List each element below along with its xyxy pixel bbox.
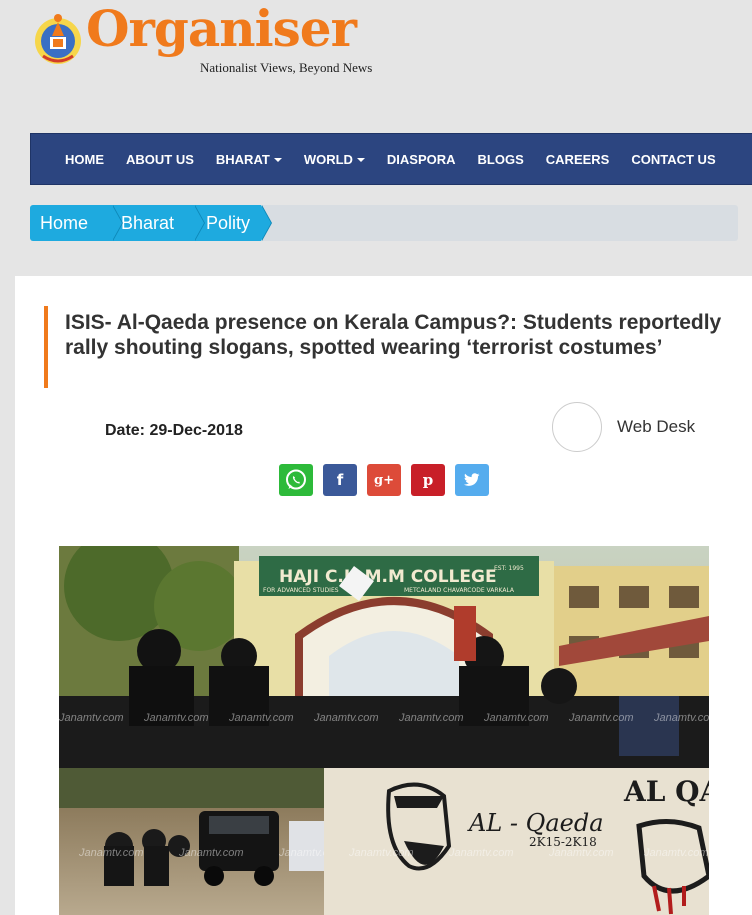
google-plus-icon: g+ [374, 472, 394, 488]
whatsapp-icon [286, 469, 306, 490]
watermark-text: Janamtv.com [228, 712, 294, 724]
nav-item-label: HOME [65, 151, 104, 167]
author-name[interactable]: Web Desk [617, 417, 695, 437]
nav-item-label: CAREERS [545, 151, 610, 167]
caret-down-icon [273, 158, 282, 163]
twitter-icon [464, 473, 480, 486]
college-sign-text: HAJI C.H.M.M COLLEGE [279, 567, 497, 587]
wall-graffiti-al-qaeda: AL - Qaeda [467, 809, 604, 837]
featured-image-graphic: HAJI C.H.M.M COLLEGE FOR ADVANCED STUDIE… [59, 546, 709, 915]
share-buttons: f g+ p [279, 464, 499, 496]
watermark-text: Janamtv.com [78, 847, 144, 859]
college-sign-est: EST: 1995 [494, 565, 524, 572]
article-title: ISIS- Al-Qaeda presence on Kerala Campus… [65, 311, 722, 359]
watermark-text: Janamtv.com [59, 712, 124, 724]
watermark-row-2: Janamtv.com Janamtv.com Janamtv.com [78, 847, 344, 859]
breadcrumb-item-bharat[interactable]: Bharat [112, 205, 205, 241]
main-navbar: HOME ABOUT US BHARAT WORLD DIASPORA BLOG… [30, 133, 752, 185]
watermark-text: Janamtv.com [483, 712, 549, 724]
breadcrumb: Polity Bharat Home [30, 205, 738, 241]
nav-item-world[interactable]: WORLD [304, 152, 365, 167]
article-container: ISIS- Al-Qaeda presence on Kerala Campus… [15, 276, 752, 915]
watermark-text: Janamtv.com [398, 712, 464, 724]
nav-item-home[interactable]: HOME [65, 152, 104, 167]
watermark-text: Janamtv.com [178, 847, 244, 859]
watermark-text: Janamtv.com [448, 847, 514, 859]
watermark-text: Janamtv.com [548, 847, 614, 859]
nav-item-label: CONTACT US [631, 151, 716, 167]
pinterest-icon: p [422, 471, 434, 489]
watermark-text: Janamtv.com [143, 712, 209, 724]
article-featured-image[interactable]: HAJI C.H.M.M COLLEGE FOR ADVANCED STUDIE… [59, 546, 709, 915]
facebook-share-button[interactable]: f [323, 464, 357, 496]
college-sign-place: METCALAND CHAVARCODE VARKALA [404, 587, 515, 594]
facebook-icon: f [336, 471, 344, 489]
nav-item-label: ABOUT US [126, 151, 194, 167]
college-sign-subtext: FOR ADVANCED STUDIES [263, 587, 339, 594]
site-header: Organiser Nationalist Views, Beyond News [0, 0, 752, 120]
nav-item-about-us[interactable]: ABOUT US [126, 152, 194, 167]
nav-item-label: DIASPORA [386, 151, 456, 167]
site-tagline: Nationalist Views, Beyond News [200, 60, 373, 75]
article-date: Date: 29-Dec-2018 [105, 422, 243, 439]
whatsapp-share-button[interactable] [279, 464, 313, 496]
nav-item-bharat[interactable]: BHARAT [216, 152, 282, 167]
nav-item-label: WORLD [303, 151, 353, 167]
caret-down-icon [356, 158, 365, 163]
nav-item-label: BHARAT [215, 151, 270, 167]
nav-item-contact-us[interactable]: CONTACT US [631, 152, 715, 167]
nav-item-blogs[interactable]: BLOGS [478, 152, 524, 167]
nav-list: HOME ABOUT US BHARAT WORLD DIASPORA BLOG… [31, 134, 752, 184]
nav-item-careers[interactable]: CAREERS [546, 152, 610, 167]
nav-item-diaspora[interactable]: DIASPORA [387, 152, 456, 167]
twitter-share-button[interactable] [455, 464, 489, 496]
organiser-emblem-icon[interactable] [33, 10, 83, 68]
watermark-text: Janamtv.com [313, 712, 379, 724]
pinterest-share-button[interactable]: p [411, 464, 445, 496]
nav-item-label: BLOGS [477, 151, 524, 167]
site-logo-text[interactable]: Organiser [86, 4, 357, 54]
watermark-text: Janamtv.com [348, 847, 414, 859]
google-plus-share-button[interactable]: g+ [367, 464, 401, 496]
breadcrumb-item-home[interactable]: Home [30, 205, 123, 241]
watermark-text: Janamtv.com [643, 847, 709, 859]
watermark-text: Janamtv.com [653, 712, 709, 724]
title-accent-bar [44, 306, 48, 388]
author-avatar[interactable] [552, 402, 602, 452]
wall-graffiti-al-qa: AL QA [623, 775, 709, 808]
watermark-text: Janamtv.com [568, 712, 634, 724]
